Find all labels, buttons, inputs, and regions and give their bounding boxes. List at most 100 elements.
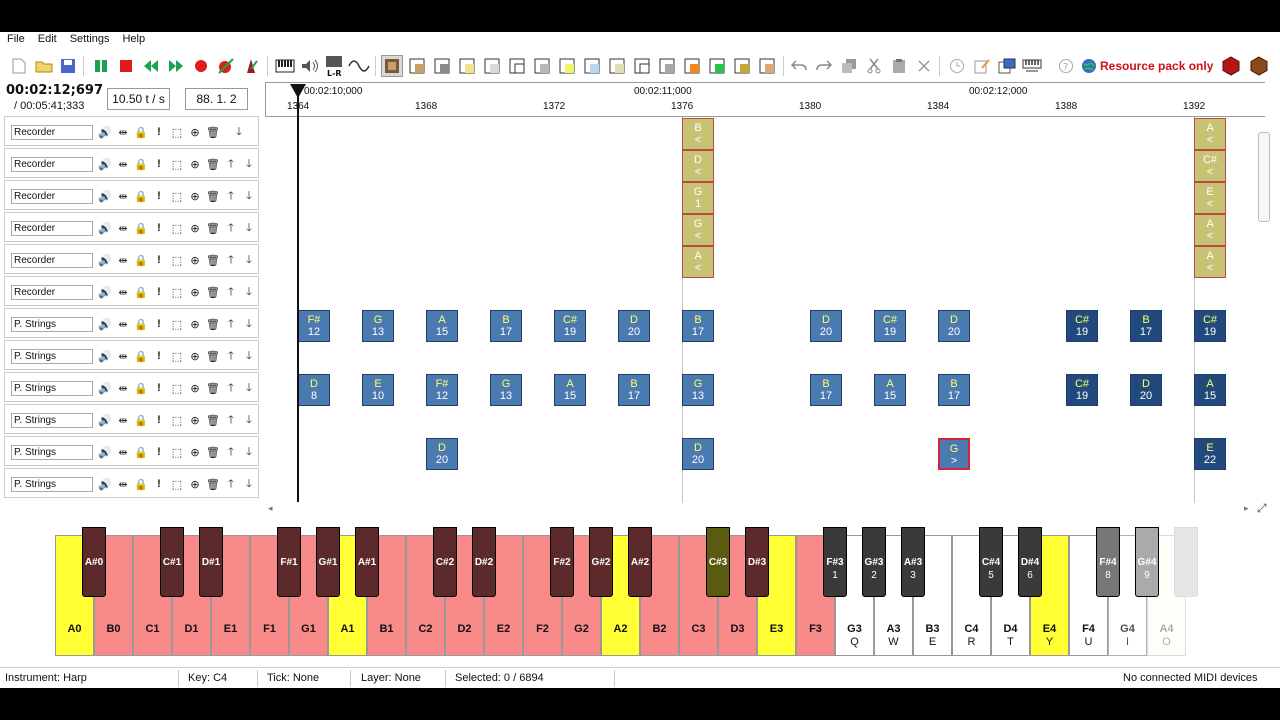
note-block[interactable]: B 17	[682, 310, 714, 342]
midi-icon[interactable]	[1021, 55, 1043, 77]
note-block[interactable]: D 20	[810, 310, 842, 342]
volume-icon[interactable]: 🔊	[97, 251, 113, 269]
volume-icon[interactable]: 🔊	[97, 475, 113, 493]
solo-icon[interactable]: !	[151, 411, 167, 429]
redo-icon[interactable]	[813, 55, 835, 77]
layer-name-field[interactable]: P. Strings	[11, 477, 93, 492]
delete-icon[interactable]	[913, 55, 935, 77]
solo-icon[interactable]: !	[151, 155, 167, 173]
volume-icon[interactable]: 🔊	[97, 347, 113, 365]
note-block[interactable]: G <	[682, 214, 714, 246]
note-block[interactable]: G1	[682, 182, 714, 214]
note-block[interactable]: C# 19	[1066, 374, 1098, 406]
layer-row[interactable]: Recorder 🔊 ⇹ 🔒! ⬚ ⊕ 🗑 🡑 🡓	[4, 244, 259, 274]
layer-name-field[interactable]: P. Strings	[11, 317, 93, 332]
piano-black-key[interactable]: A#1	[355, 527, 379, 597]
clock-icon[interactable]	[946, 55, 968, 77]
scroll-right-icon[interactable]: ▸	[1244, 503, 1249, 514]
stereo-icon[interactable]: ⇹	[115, 443, 131, 461]
layer-row[interactable]: Recorder 🔊 ⇹ 🔒! ⬚ ⊕ 🗑 🡑 🡓	[4, 180, 259, 210]
select-icon[interactable]: ⬚	[169, 123, 185, 141]
move-up-icon[interactable]: 🡑	[223, 443, 239, 461]
layer-row[interactable]: P. Strings 🔊 ⇹ 🔒! ⬚ ⊕ 🗑 🡑 🡓	[4, 468, 259, 498]
move-up-icon[interactable]: 🡑	[223, 379, 239, 397]
piano-black-key[interactable]: G#2	[589, 527, 613, 597]
piano-black-key[interactable]: C#4 5	[979, 527, 1003, 597]
trash-icon[interactable]: 🗑	[205, 187, 221, 205]
move-down-icon[interactable]: 🡓	[241, 155, 257, 173]
volume-icon[interactable]: 🔊	[97, 123, 113, 141]
select-icon[interactable]: ⬚	[169, 443, 185, 461]
instrument-icon[interactable]	[681, 55, 703, 77]
add-icon[interactable]: ⊕	[187, 379, 203, 397]
scroll-left-icon[interactable]: ◂	[268, 503, 273, 514]
note-block[interactable]: A 15	[1194, 374, 1226, 406]
stereo-icon[interactable]: ⇹	[115, 379, 131, 397]
solo-icon[interactable]: !	[151, 187, 167, 205]
menu-settings[interactable]: Settings	[63, 32, 116, 48]
select-icon[interactable]: ⬚	[169, 411, 185, 429]
position-field[interactable]: 88. 1. 2	[185, 88, 248, 110]
piano-black-key[interactable]: A#2	[628, 527, 652, 597]
note-block[interactable]: B 17	[938, 374, 970, 406]
solo-icon[interactable]: !	[151, 283, 167, 301]
fullscreen-icon[interactable]: ⤢	[1257, 501, 1267, 516]
menu-file[interactable]: File	[0, 32, 31, 48]
piano-black-key[interactable]: C#3	[706, 527, 730, 597]
move-up-icon[interactable]: 🡑	[223, 283, 239, 301]
piano-black-key[interactable]: G#3 2	[862, 527, 886, 597]
select-icon[interactable]: ⬚	[169, 187, 185, 205]
lock-icon[interactable]: 🔒	[133, 187, 149, 205]
solo-icon[interactable]: !	[151, 379, 167, 397]
trash-icon[interactable]: 🗑	[205, 123, 221, 141]
stereo-icon[interactable]: ⇹	[115, 411, 131, 429]
note-block[interactable]: C# 19	[1194, 310, 1226, 342]
layer-name-field[interactable]: P. Strings	[11, 445, 93, 460]
note-block[interactable]: F# 12	[426, 374, 458, 406]
note-block[interactable]: D <	[682, 150, 714, 182]
layer-name-field[interactable]: P. Strings	[11, 349, 93, 364]
instrument-icon[interactable]	[506, 55, 528, 77]
select-icon[interactable]: ⬚	[169, 251, 185, 269]
note-block[interactable]: A <	[1194, 246, 1226, 278]
select-icon[interactable]: ⬚	[169, 475, 185, 493]
metronome-icon[interactable]	[240, 55, 262, 77]
lock-icon[interactable]: 🔒	[133, 443, 149, 461]
trash-icon[interactable]: 🗑	[205, 475, 221, 493]
add-icon[interactable]: ⊕	[187, 347, 203, 365]
move-up-icon[interactable]: 🡑	[223, 475, 239, 493]
solo-icon[interactable]: !	[151, 251, 167, 269]
layer-row[interactable]: P. Strings 🔊 ⇹ 🔒! ⬚ ⊕ 🗑 🡑 🡓	[4, 340, 259, 370]
move-up-icon[interactable]: 🡑	[223, 347, 239, 365]
instrument-icon[interactable]	[531, 55, 553, 77]
solo-icon[interactable]: !	[151, 219, 167, 237]
lock-icon[interactable]: 🔒	[133, 155, 149, 173]
trash-icon[interactable]: 🗑	[205, 283, 221, 301]
volume-icon[interactable]: 🔊	[97, 379, 113, 397]
note-block[interactable]: C# 19	[874, 310, 906, 342]
volume-icon[interactable]: 🔊	[97, 315, 113, 333]
note-block[interactable]: G 13	[682, 374, 714, 406]
fast-forward-icon[interactable]	[165, 55, 187, 77]
lock-icon[interactable]: 🔒	[133, 315, 149, 333]
piano-black-key[interactable]: F#1	[277, 527, 301, 597]
instrument-icon[interactable]	[556, 55, 578, 77]
trash-icon[interactable]: 🗑	[205, 219, 221, 237]
stereo-icon[interactable]: ⇹	[115, 283, 131, 301]
add-icon[interactable]: ⊕	[187, 187, 203, 205]
layer-name-field[interactable]: Recorder	[11, 157, 93, 172]
volume-icon[interactable]: 🔊	[97, 155, 113, 173]
stereo-icon[interactable]: ⇹	[115, 187, 131, 205]
move-down-icon[interactable]: 🡓	[241, 411, 257, 429]
note-block[interactable]: E 10	[362, 374, 394, 406]
tempo-field[interactable]: 10.50 t / s	[107, 88, 170, 110]
timeline-ruler[interactable]: 00:02:10;000 00:02:11;000 00:02:12;000 1…	[265, 82, 1265, 116]
instrument-icon[interactable]	[431, 55, 453, 77]
lock-icon[interactable]: 🔒	[133, 219, 149, 237]
trash-icon[interactable]: 🗑	[205, 251, 221, 269]
note-block[interactable]: D 20	[938, 310, 970, 342]
piano-black-key[interactable]	[1174, 527, 1198, 597]
add-icon[interactable]: ⊕	[187, 411, 203, 429]
piano-black-key[interactable]: D#1	[199, 527, 223, 597]
note-block[interactable]: D 20	[618, 310, 650, 342]
